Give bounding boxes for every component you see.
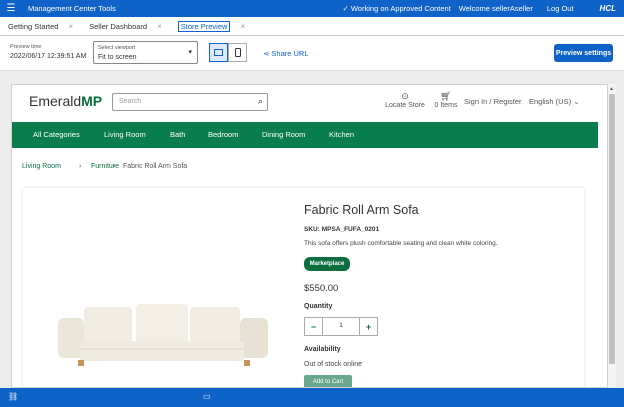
share-icon: ⋖ <box>263 49 270 58</box>
bottom-bar: ⛓ ▭ <box>0 388 624 407</box>
product-sku: SKU: MPSA_FUFA_0201 <box>304 226 380 233</box>
chevron-right-icon: › <box>79 163 82 170</box>
language-label: English (US) <box>529 97 572 106</box>
locate-store-link[interactable]: ⊙ Locate Store <box>384 91 426 109</box>
preview-toolbar: Preview time 2022/06/17 12:39:51 AM Sele… <box>0 37 624 71</box>
nav-item-kitchen[interactable]: Kitchen <box>329 130 354 139</box>
mobile-icon <box>234 48 241 57</box>
store-preview-frame: EmeraldMP Search ⌕ ⊙ Locate Store 🛒︎ 0 I… <box>11 84 608 388</box>
nav-item-living-room[interactable]: Living Room <box>104 130 146 139</box>
increase-quantity-button[interactable]: + <box>359 318 377 335</box>
tab-bar: Getting Started × Seller Dashboard × Sto… <box>0 17 624 36</box>
share-url-label: Share URL <box>271 49 309 58</box>
add-to-cart-button[interactable]: Add to Cart <box>304 375 352 387</box>
chevron-down-icon: ▾ <box>188 49 192 56</box>
product-price: $550.00 <box>304 283 339 294</box>
tab-label: Getting Started <box>8 21 59 31</box>
desktop-icon <box>214 49 223 56</box>
viewport-value: Fit to screen <box>98 54 137 61</box>
marketplace-badge: Marketplace <box>304 257 350 271</box>
viewport-label: Select viewport <box>98 45 136 51</box>
quantity-input[interactable]: 1 <box>323 322 359 329</box>
nav-item-bedroom[interactable]: Bedroom <box>208 130 238 139</box>
product-description: This sofa offers plush comfortable seati… <box>304 240 498 247</box>
logo-prefix: Emerald <box>29 93 82 109</box>
logout-link[interactable]: Log Out <box>547 4 574 13</box>
chevron-right-icon: › <box>113 163 116 170</box>
close-icon[interactable]: × <box>240 22 245 31</box>
nav-item-dining-room[interactable]: Dining Room <box>262 130 305 139</box>
product-name: Fabric Roll Arm Sofa <box>304 203 419 217</box>
welcome-text: Welcome sellerAseller <box>458 4 533 13</box>
breadcrumb-current: Fabric Roll Arm Sofa <box>123 163 188 170</box>
decrease-quantity-button[interactable]: − <box>305 318 323 335</box>
store-search-input[interactable]: Search ⌕ <box>112 93 268 111</box>
top-bar: ☰ Management Center Tools ✓ Working on A… <box>0 0 624 17</box>
scrollbar-thumb[interactable] <box>609 94 615 364</box>
preview-scrollbar[interactable]: ▲ <box>608 84 616 388</box>
search-placeholder: Search <box>119 98 142 105</box>
tab-getting-started[interactable]: Getting Started × <box>0 17 81 35</box>
availability-label: Availability <box>304 346 341 353</box>
viewport-select[interactable]: Select viewport Fit to screen ▾ <box>93 41 198 64</box>
locate-store-label: Locate Store <box>385 102 425 109</box>
quantity-stepper: − 1 + <box>304 317 378 336</box>
sign-in-link[interactable]: Sign In / Register <box>464 97 522 106</box>
chevron-down-icon: ⌄ <box>573 97 580 106</box>
tab-label: Seller Dashboard <box>89 21 148 31</box>
preview-time-label: Preview time <box>10 44 42 50</box>
app-title: Management Center Tools <box>28 4 116 13</box>
desktop-view-button[interactable] <box>209 43 228 62</box>
availability-value: Out of stock online <box>304 361 362 368</box>
close-icon[interactable]: × <box>157 22 162 31</box>
sofa-product-image <box>58 304 268 366</box>
category-nav: All Categories Living Room Bath Bedroom … <box>12 122 598 148</box>
nav-item-all-categories[interactable]: All Categories <box>33 130 80 139</box>
nav-item-bath[interactable]: Bath <box>170 130 185 139</box>
working-on-status[interactable]: ✓ Working on Approved Content <box>343 4 451 13</box>
preview-settings-button[interactable]: Preview settings <box>554 44 613 62</box>
link-icon[interactable]: ⛓ <box>8 392 18 401</box>
share-url-link[interactable]: ⋖ Share URL <box>263 49 309 58</box>
language-select[interactable]: English (US) ⌄ <box>529 97 580 106</box>
tab-seller-dashboard[interactable]: Seller Dashboard × <box>81 17 170 35</box>
cart-icon: 🛒︎ <box>440 91 452 101</box>
cart-link[interactable]: 🛒︎ 0 Items <box>432 91 460 109</box>
search-icon[interactable]: ⌕ <box>258 96 263 107</box>
location-pin-icon: ⊙ <box>401 91 409 101</box>
store-logo[interactable]: EmeraldMP <box>29 93 102 109</box>
logo-suffix: MP <box>81 93 103 109</box>
tab-label: Store Preview <box>177 20 231 32</box>
tab-store-preview[interactable]: Store Preview × <box>170 17 253 35</box>
mobile-view-button[interactable] <box>228 43 247 62</box>
hcl-logo: HCL <box>599 4 616 13</box>
hamburger-menu-icon[interactable]: ☰ <box>0 3 22 14</box>
scroll-up-icon[interactable]: ▲ <box>609 86 614 92</box>
breadcrumb-living-room[interactable]: Living Room <box>22 163 61 170</box>
close-icon[interactable]: × <box>68 22 73 31</box>
cart-count: 0 Items <box>434 102 458 109</box>
window-icon[interactable]: ▭ <box>203 392 211 401</box>
quantity-label: Quantity <box>304 303 333 310</box>
preview-time-value[interactable]: 2022/06/17 12:39:51 AM <box>10 53 86 60</box>
